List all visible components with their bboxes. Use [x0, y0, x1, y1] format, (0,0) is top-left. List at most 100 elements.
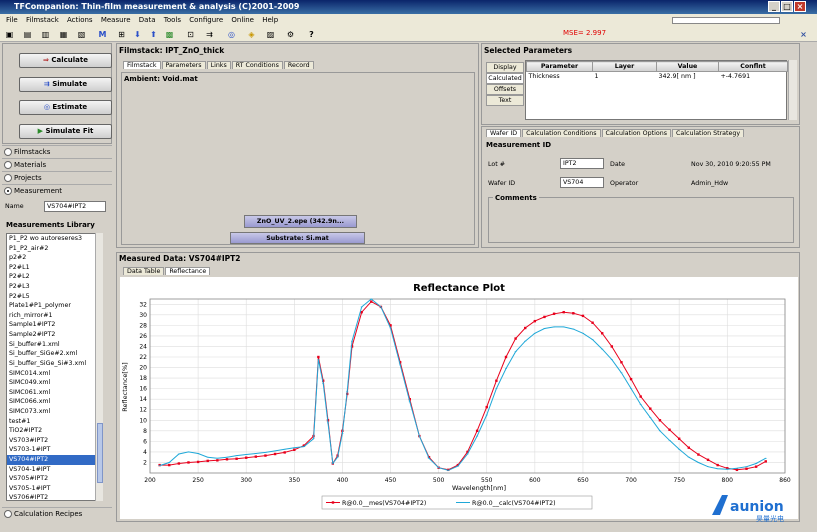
list-item[interactable]: P1_P2 wo autoreseres3: [7, 234, 101, 244]
tab-record[interactable]: Record: [283, 61, 314, 69]
menu-configure[interactable]: Configure: [189, 16, 223, 24]
col-conf[interactable]: Conflnt: [718, 61, 788, 72]
data-point-measured: [533, 319, 537, 323]
menu-help[interactable]: Help: [262, 16, 278, 24]
name-field[interactable]: VS704#IPT2: [44, 201, 106, 212]
list-item[interactable]: VS706#IPT2: [7, 493, 101, 500]
col-layer[interactable]: Layer: [592, 61, 657, 72]
list-item[interactable]: Si_buffer#1.xml: [7, 340, 101, 350]
tab-links[interactable]: Links: [206, 61, 231, 69]
simulate-icon[interactable]: ⇉: [204, 29, 215, 40]
tab-data-table[interactable]: Data Table: [123, 267, 165, 275]
simulate-button[interactable]: ⇉ Simulate: [19, 77, 112, 92]
fit-icon[interactable]: ◈: [246, 29, 257, 40]
list-item[interactable]: P2#L3: [7, 282, 101, 292]
list-item[interactable]: Si_buffer_SiGe_Si#3.xml: [7, 359, 101, 369]
nav-materials[interactable]: Materials: [2, 158, 112, 170]
tab-rt-conditions[interactable]: RT Conditions: [231, 61, 283, 69]
tab-filmstack[interactable]: Filmstack: [123, 61, 161, 69]
menu-file[interactable]: File: [6, 16, 18, 24]
comments-box[interactable]: Comments: [488, 194, 794, 243]
list-item[interactable]: VS705#IPT2: [7, 474, 101, 484]
tab-calc-strategy[interactable]: Calculation Strategy: [671, 129, 745, 137]
menu-online[interactable]: Online: [231, 16, 254, 24]
settings-icon[interactable]: ⚙: [285, 29, 296, 40]
list-item[interactable]: Sample2#IPT2: [7, 330, 101, 340]
nav-filmstacks[interactable]: Filmstacks: [2, 145, 112, 157]
library-scrollbar[interactable]: [95, 233, 103, 501]
list-item[interactable]: VS704-1#IPT: [7, 465, 101, 475]
operator-value: Admin_Hdw: [691, 180, 729, 187]
list-item[interactable]: VS704#IPT2: [7, 455, 101, 465]
calc-grid-icon[interactable]: ▩: [164, 29, 175, 40]
table-row[interactable]: Thickness 1 342.9[ nm ] +-4.7691: [527, 72, 788, 82]
list-item[interactable]: VS705-1#IPT: [7, 484, 101, 494]
tab-reflectance[interactable]: Reflectance: [165, 267, 211, 275]
grid-icon[interactable]: ⊞: [116, 29, 127, 40]
list-item[interactable]: P2#L2: [7, 272, 101, 282]
list-item[interactable]: SIMC061.xml: [7, 388, 101, 398]
minimize-button[interactable]: _: [768, 1, 780, 12]
col-parameter[interactable]: Parameter: [526, 61, 593, 72]
menu-measure[interactable]: Measure: [101, 16, 131, 24]
measure-icon[interactable]: M: [97, 29, 108, 40]
estimate-button[interactable]: ◎ Estimate: [19, 100, 112, 115]
report-icon[interactable]: ▨: [265, 29, 276, 40]
tab-wafer-id[interactable]: Wafer ID: [486, 129, 522, 137]
list-item[interactable]: P2#L5: [7, 292, 101, 302]
substrate-block[interactable]: Substrate: Si.mat: [230, 232, 365, 244]
down-arrow-icon[interactable]: ⬇: [132, 29, 143, 40]
list-item[interactable]: Si_buffer_SiGe#2.xml: [7, 349, 101, 359]
measurements-library-list[interactable]: P1_P2 wo autoreseres3 P1_P2_air#2 p2#2 P2#L…: [6, 233, 102, 501]
nav-calculation-recipes[interactable]: Calculation Recipes: [2, 507, 112, 519]
list-item[interactable]: TiO2#IPT2: [7, 426, 101, 436]
lot-field[interactable]: IPT2: [560, 158, 604, 169]
side-tab-calculated[interactable]: Calculated: [486, 73, 524, 84]
simulate-fit-button[interactable]: ▶ Simulate Fit: [19, 124, 112, 139]
close-button[interactable]: ×: [794, 1, 806, 12]
calculate-button[interactable]: ⇒ Calculate: [19, 53, 112, 68]
maximize-button[interactable]: □: [781, 1, 793, 12]
list-item[interactable]: P1_P2_air#2: [7, 244, 101, 254]
side-tab-text[interactable]: Text: [486, 95, 524, 106]
list-item[interactable]: p2#2: [7, 253, 101, 263]
menu-data[interactable]: Data: [139, 16, 156, 24]
open-icon[interactable]: ▤: [22, 29, 33, 40]
tab-parameters[interactable]: Parameters: [161, 61, 206, 69]
col-value[interactable]: Value: [656, 61, 719, 72]
list-item[interactable]: VS703#IPT2: [7, 436, 101, 446]
estimate-icon[interactable]: ◎: [226, 29, 237, 40]
tab-calc-conditions[interactable]: Calculation Conditions: [522, 129, 601, 137]
library-scroll-thumb[interactable]: [97, 423, 103, 483]
filmstack-icon[interactable]: ▦: [58, 29, 69, 40]
menu-filmstack[interactable]: Filmstack: [26, 16, 59, 24]
list-item[interactable]: SIMC066.xml: [7, 397, 101, 407]
list-item[interactable]: test#1: [7, 417, 101, 427]
nav-projects[interactable]: Projects: [2, 171, 112, 183]
save-icon[interactable]: ▣: [4, 29, 15, 40]
tab-calc-options[interactable]: Calculation Options: [601, 129, 671, 137]
table-icon[interactable]: ▧: [76, 29, 87, 40]
list-item[interactable]: P2#L1: [7, 263, 101, 273]
menu-actions[interactable]: Actions: [67, 16, 93, 24]
side-tab-display[interactable]: Display: [486, 62, 524, 73]
ellipsometer-icon[interactable]: ⊡: [185, 29, 196, 40]
help-icon[interactable]: ?: [306, 29, 317, 40]
list-item[interactable]: SIMC049.xml: [7, 378, 101, 388]
up-arrow-icon[interactable]: ⬆: [148, 29, 159, 40]
list-item[interactable]: Sample1#IPT2: [7, 320, 101, 330]
layer-block[interactable]: ZnO_UV_2.epe (342.9n...: [244, 215, 357, 228]
panel-close-icon[interactable]: ×: [798, 29, 809, 40]
params-scrollbar[interactable]: [788, 60, 797, 120]
nav-measurement[interactable]: Measurement: [2, 184, 112, 196]
list-item[interactable]: VS703-1#IPT: [7, 445, 101, 455]
menu-tools[interactable]: Tools: [164, 16, 181, 24]
list-item[interactable]: SIMC014.xml: [7, 369, 101, 379]
list-item[interactable]: Plate1#P1_polymer: [7, 301, 101, 311]
wafer-id-field[interactable]: VS704: [560, 177, 604, 188]
radio-selected-icon: [4, 187, 12, 195]
chart-icon[interactable]: ▥: [40, 29, 51, 40]
list-item[interactable]: SIMC073.xml: [7, 407, 101, 417]
list-item[interactable]: rich_mirror#1: [7, 311, 101, 321]
side-tab-offsets[interactable]: Offsets: [486, 84, 524, 95]
